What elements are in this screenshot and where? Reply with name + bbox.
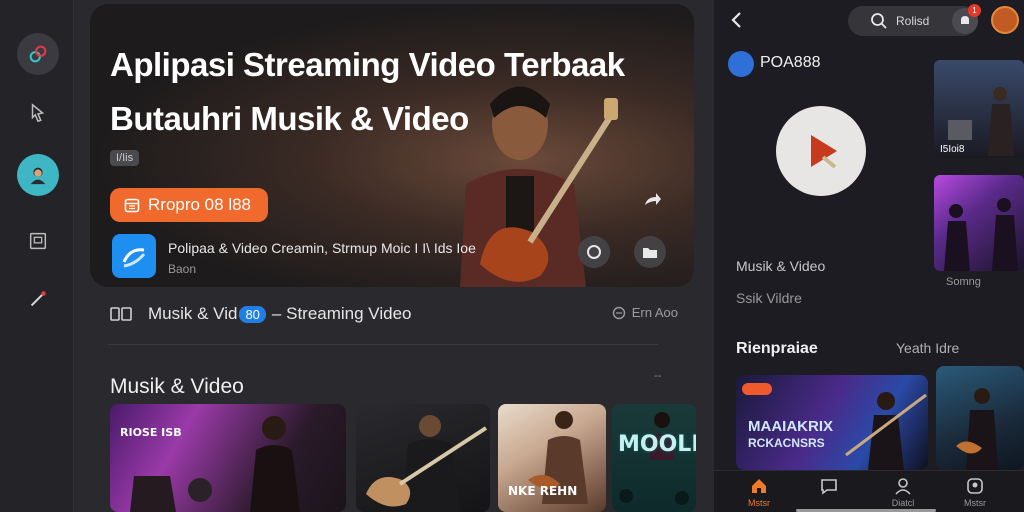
channel-name: POA888: [760, 54, 821, 71]
nav-user-label: Diatcl: [891, 498, 915, 508]
panel-text-2: Ssik Vildre: [736, 290, 802, 306]
app-name: Polipaa & Video Creamin, Strmup Moic I I…: [168, 240, 476, 256]
loop-button[interactable]: [578, 236, 610, 268]
channel-avatar[interactable]: [728, 51, 754, 77]
panel-section-link[interactable]: Yeath Idre: [896, 340, 959, 356]
rail-link-button[interactable]: [17, 33, 59, 75]
search-text: Rolisd: [896, 14, 930, 28]
hero-banner[interactable]: Aplipasi Streaming Video Terbaak Butauhr…: [90, 4, 694, 287]
featured-title: MAAIAKRIX RCKACNSRS: [748, 419, 833, 451]
panel-text-1: Musik & Video: [736, 258, 826, 274]
nav-user[interactable]: Diatcl: [878, 477, 928, 508]
nav-home[interactable]: Mstsr: [734, 477, 784, 508]
rail-tools-button[interactable]: [17, 278, 59, 320]
divider: [108, 344, 658, 345]
rail-avatar-button[interactable]: [17, 154, 59, 196]
info-prefix: Musik & Vid: [148, 304, 238, 323]
bottom-nav: Mstsr Diatcl Mstsr: [714, 470, 1024, 512]
info-right[interactable]: Ern Aoo: [612, 305, 678, 320]
profile-icon: [967, 478, 983, 494]
singer-illustration: [130, 416, 300, 512]
thumbnail-label: NKE REHN: [508, 484, 578, 498]
hero-cta-label: Rropro 08 l88: [148, 195, 252, 214]
app-root: Aplipasi Streaming Video Terbaak Butauhr…: [0, 0, 1024, 512]
hero-cta-button[interactable]: Rropro 08 l88: [110, 188, 268, 222]
folder-button[interactable]: [634, 236, 666, 268]
app-subtitle: Baon: [168, 262, 197, 276]
share-icon: [645, 193, 661, 205]
info-suffix: – Streaming Video: [271, 304, 412, 323]
card-caption: Somng: [946, 276, 981, 288]
info-row: Musik & Vid 80 – Streaming Video Ern Aoo: [110, 300, 678, 328]
notification-badge: 1: [968, 4, 981, 17]
hero-title: Aplipasi Streaming Video Terbaak Butauhr…: [110, 38, 650, 146]
play-icon: [811, 135, 837, 169]
featured-title-line1: MAAIAKRIX: [748, 418, 833, 435]
guitar-illustration: [366, 415, 488, 512]
section-title: Musik & Video: [110, 375, 244, 398]
main-column: Aplipasi Streaming Video Terbaak Butauhr…: [74, 0, 714, 512]
user-avatar[interactable]: [991, 6, 1019, 34]
nav-profile-label: Mstsr: [964, 498, 986, 508]
hero-title-line1: Aplipasi Streaming Video Terbaak: [110, 46, 625, 83]
hero-tag: I/Iis: [110, 150, 140, 166]
bell-icon: [961, 16, 969, 24]
channel-icon: [110, 307, 132, 321]
concert-card[interactable]: I5Ioi8: [934, 60, 1024, 158]
nav-chat[interactable]: [804, 477, 854, 498]
share-button[interactable]: [636, 184, 668, 216]
cursor-icon: [31, 103, 45, 123]
left-rail: [0, 0, 74, 512]
video-thumbnail[interactable]: [356, 404, 490, 512]
folder-icon: [643, 248, 657, 258]
avatar-icon: [30, 167, 46, 185]
nav-profile[interactable]: Mstsr: [950, 477, 1000, 508]
wand-icon: [30, 291, 46, 307]
thumbnail-label: MOOLDI: [618, 432, 696, 457]
section-more[interactable]: --: [654, 370, 661, 382]
back-arrow-icon[interactable]: [730, 11, 744, 29]
video-thumbnail[interactable]: MOOLDI: [612, 404, 696, 512]
link-icon: [29, 45, 47, 63]
search-icon: [871, 13, 887, 29]
card-caption: I5Ioi8: [940, 144, 965, 155]
panel-section-title: Rienpraiae: [736, 340, 818, 357]
nav-home-label: Mstsr: [748, 498, 770, 508]
user-icon: [895, 478, 911, 495]
rail-screen-button[interactable]: [17, 220, 59, 262]
loop-icon: [587, 245, 601, 259]
concert-card[interactable]: [934, 175, 1024, 271]
calendar-icon: [124, 198, 140, 213]
video-thumbnail[interactable]: RIOSE ISB: [110, 404, 346, 512]
right-panel: Rolisd 1 POA888 I5Ioi8 Somng Musik & Vid…: [714, 0, 1024, 512]
guitarist-illustration: [956, 388, 998, 470]
screen-icon: [29, 232, 47, 250]
info-badge: 80: [239, 305, 266, 323]
featured-title-line2: RCKACNSRS: [748, 436, 825, 450]
home-icon: [752, 479, 766, 493]
chat-icon: [821, 479, 837, 495]
featured-card[interactable]: [936, 366, 1024, 470]
app-logo-icon: [122, 248, 146, 268]
comment-icon: [612, 306, 625, 319]
rail-cursor-button[interactable]: [17, 92, 59, 134]
band-illustration: [944, 198, 1018, 271]
app-logo[interactable]: [112, 234, 156, 278]
performer-illustration: [619, 412, 689, 505]
info-right-label: Ern Aoo: [631, 305, 678, 320]
featured-card[interactable]: MAAIAKRIX RCKACNSRS: [736, 375, 928, 470]
play-button[interactable]: [776, 106, 866, 196]
video-thumbnail[interactable]: NKE REHN: [498, 404, 606, 512]
hero-title-line2: Butauhri Musik & Video: [110, 100, 469, 137]
